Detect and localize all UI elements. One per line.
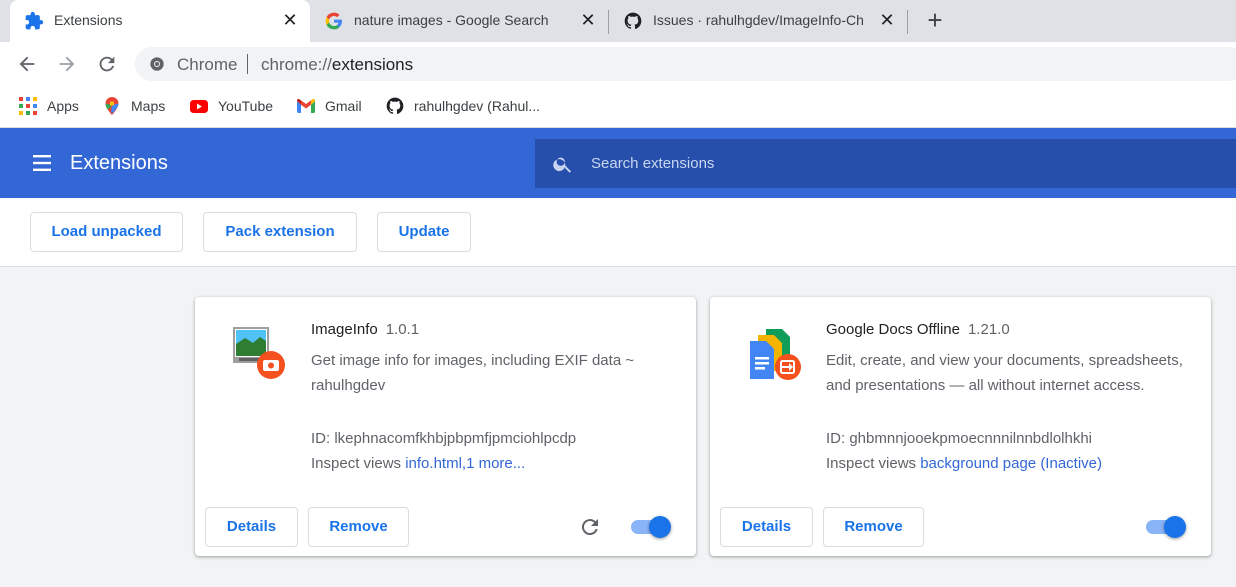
details-button[interactable]: Details (205, 507, 298, 547)
tab-title: Issues · rahulhgdev/ImageInfo-Ch (653, 12, 864, 28)
github-icon (386, 97, 404, 115)
toggle-knob (649, 516, 671, 538)
reload-extension-icon[interactable] (578, 515, 602, 539)
inspect-views: Inspect views background page (Inactive) (826, 455, 1102, 472)
details-button[interactable]: Details (720, 507, 813, 547)
page-title: Extensions (70, 152, 168, 174)
puzzle-icon (25, 11, 44, 30)
search-box (535, 139, 1236, 188)
omnibox-url[interactable]: chrome://extensions (261, 55, 413, 75)
url-scheme: chrome:// (261, 55, 332, 74)
apps-grid-icon (19, 97, 37, 115)
bookmark-label: Apps (47, 98, 79, 114)
tab-extensions[interactable]: Extensions ✕ (10, 0, 310, 42)
bookmark-gmail[interactable]: Gmail (296, 94, 362, 118)
extensions-header: Extensions (0, 128, 1236, 198)
url-path: extensions (331, 55, 414, 74)
new-tab-button[interactable]: + (922, 7, 948, 34)
bookmarks-bar: Apps Maps YouTube Gmail rahulhgdev (Rahu… (0, 86, 1236, 128)
extension-card-imageinfo: ImageInfo 1.0.1 Get image info for images… (195, 297, 696, 556)
reload-icon[interactable] (96, 53, 118, 75)
load-unpacked-button[interactable]: Load unpacked (30, 212, 183, 252)
extension-name: ImageInfo 1.0.1 (311, 321, 419, 338)
maps-pin-icon (105, 97, 119, 115)
developer-toolbar: Load unpacked Pack extension Update (0, 198, 1236, 267)
inspect-views-link[interactable]: background page (Inactive) (920, 455, 1102, 472)
extension-name: Google Docs Offline 1.21.0 (826, 321, 1010, 338)
extension-id: ID: lkephnacomfkhbjpbpmfjpmciohlpcdp (311, 430, 577, 447)
tab-google-search[interactable]: nature images - Google Search ✕ (310, 0, 608, 42)
tab-title: nature images - Google Search (354, 12, 549, 28)
chrome-icon (150, 57, 164, 71)
extension-name-text: ImageInfo (311, 321, 378, 338)
extension-description: Get image info for images, including EXI… (311, 352, 635, 394)
remove-button[interactable]: Remove (308, 507, 409, 547)
tab-strip: Extensions ✕ nature images - Google Sear… (0, 0, 1236, 42)
close-tab-icon[interactable]: ✕ (578, 10, 598, 30)
bookmark-apps[interactable]: Apps (18, 94, 79, 118)
enable-toggle[interactable] (631, 516, 673, 538)
forward-arrow-icon[interactable] (56, 53, 78, 75)
bookmark-youtube[interactable]: YouTube (189, 94, 273, 118)
bookmark-label: Maps (131, 98, 166, 114)
inspect-views-link[interactable]: info.html,1 more... (405, 455, 525, 472)
remove-button[interactable]: Remove (823, 507, 924, 547)
inspect-views: Inspect views info.html,1 more... (311, 455, 525, 472)
github-icon (624, 12, 642, 30)
tab-separator (907, 10, 908, 34)
inspect-views-label: Inspect views (311, 455, 402, 472)
bookmark-github[interactable]: rahulhgdev (Rahul... (385, 94, 540, 118)
bookmark-maps[interactable]: Maps (102, 94, 165, 118)
extension-id: ID: ghbmnnjooekpmoecnnnilnnbdlolhkhi (826, 430, 1093, 447)
toggle-knob (1164, 516, 1186, 538)
omnibox[interactable]: Chrome chrome://extensions (135, 47, 1236, 81)
extension-version: 1.0.1 (385, 321, 420, 338)
close-tab-icon[interactable]: ✕ (877, 10, 897, 30)
tab-github-issues[interactable]: Issues · rahulhgdev/ImageInfo-Ch ✕ (609, 0, 907, 42)
hamburger-menu-icon[interactable] (31, 154, 53, 172)
omnibox-divider (247, 54, 248, 74)
bookmark-label: rahulhgdev (Rahul... (414, 98, 541, 114)
google-docs-offline-icon (750, 329, 801, 380)
back-arrow-icon[interactable] (16, 53, 38, 75)
extension-version: 1.21.0 (967, 321, 1010, 338)
browser-toolbar: Chrome chrome://extensions (0, 42, 1236, 86)
search-extensions-input[interactable] (591, 139, 1211, 188)
extension-description: Edit, create, and view your documents, s… (826, 352, 1183, 394)
extension-name-text: Google Docs Offline (826, 321, 960, 338)
bookmark-label: YouTube (218, 98, 274, 114)
enable-toggle[interactable] (1146, 516, 1188, 538)
tab-title: Extensions (54, 12, 123, 28)
inspect-views-label: Inspect views (826, 455, 917, 472)
bookmark-label: Gmail (325, 98, 362, 114)
pack-extension-button[interactable]: Pack extension (203, 212, 357, 252)
omnibox-chrome-label: Chrome (177, 55, 238, 74)
close-tab-icon[interactable]: ✕ (280, 10, 300, 30)
extension-card-google-docs-offline: Google Docs Offline 1.21.0 Edit, create, … (710, 297, 1211, 556)
youtube-icon (190, 100, 208, 113)
gmail-icon (297, 98, 315, 113)
imageinfo-extension-icon (233, 327, 285, 379)
update-button[interactable]: Update (377, 212, 471, 252)
google-icon (325, 12, 342, 30)
search-icon (553, 157, 572, 173)
